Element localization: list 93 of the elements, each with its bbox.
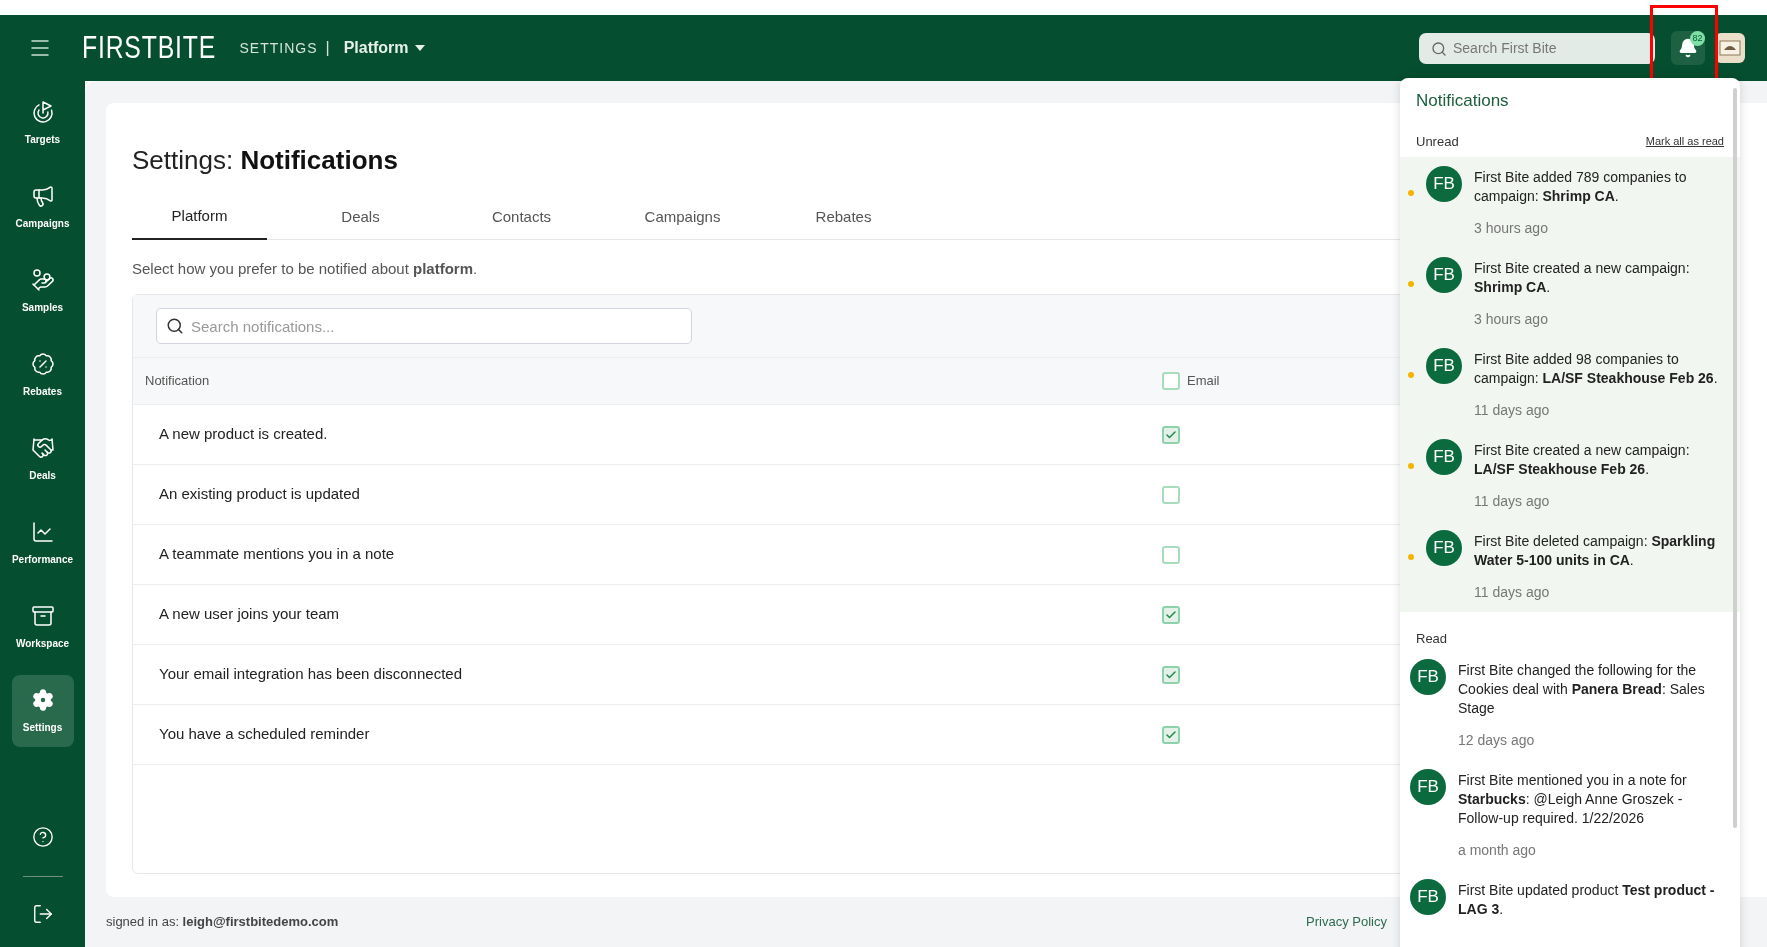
notification-text: First Bite deleted campaign: Sparkling Water 5-100 units in CA. [1474,532,1717,570]
sidebar-item[interactable]: Deals [11,423,74,495]
notification-text: First Bite mentioned you in a note for Starbucks: @Leigh Anne Groszek - Follow-up required. 1/22/2026 [1458,771,1688,828]
notification-item[interactable]: FB First Bite deleted campaign: Sparkling Water 5-100 units in CA. 11 days ago [1400,521,1740,612]
tab[interactable]: Contacts [454,205,589,239]
check-icon [1165,668,1177,681]
avatar: FB [1426,439,1462,475]
notification-item[interactable]: FB First Bite added 789 companies to campaign: Shrimp CA. 3 hours ago [1400,157,1740,248]
notification-time: 3 hours ago [1474,219,1549,238]
sidebar-item[interactable]: Rebates [11,339,74,411]
checkbox[interactable] [1162,545,1180,564]
notification-label: You have a scheduled reminder [159,724,371,745]
avatar: FB [1410,879,1446,915]
panel-title: Notifications [1416,91,1509,110]
sidebar-item[interactable]: Campaigns [11,171,74,243]
notification-item[interactable]: FB First Bite created a new campaign: LA/SF Steakhouse Feb 26. 11 days ago [1400,430,1740,521]
section-label: SETTINGS [239,38,318,58]
check-icon [1165,608,1177,621]
notification-time: 3 hours ago [1474,310,1549,329]
check-icon [1165,428,1177,441]
notification-text: First Bite updated product Test product - LAG 3. [1458,881,1716,919]
notification-text: First Bite created a new campaign: Shrimp CA. [1474,259,1691,297]
page-title: Settings: Notifications [132,144,398,177]
notification-label: Your email integration has been disconnected [159,664,463,685]
sidebar-item[interactable]: Targets [11,87,74,159]
tab[interactable]: Rebates [776,205,911,239]
notification-text: First Bite added 98 companies to campaign: LA/SF Steakhouse Feb 26. [1474,350,1719,388]
logo: FIRSTBITE [82,28,216,67]
sidebar-item[interactable]: Settings [11,675,74,747]
avatar: FB [1410,769,1446,805]
avatar: FB [1426,348,1462,384]
notification-item[interactable]: FB First Bite changed the following for the Cookies deal with Panera Bread: Sales Stage 12 days ago [1400,650,1740,760]
hand-icon [30,267,55,292]
avatar: FB [1426,257,1462,293]
notification-text: First Bite changed the following for the Cookies deal with Panera Bread: Sales Stage [1458,661,1706,718]
notification-label: A new product is created. [159,424,329,445]
description: Select how you prefer to be notified about platform. [132,258,478,279]
notification-item[interactable]: FB First Bite created a new campaign: Shrimp CA. 3 hours ago [1400,248,1740,339]
notification-text: First Bite added 789 companies to campaign: Shrimp CA. [1474,168,1688,206]
notification-label: A new user joins your team [159,604,341,625]
section-heading: Read [1416,631,1448,646]
search-field[interactable]: Search notifications... [156,308,692,344]
archive-icon [30,603,55,628]
line-chart-icon [30,519,55,544]
scrollbar[interactable] [1733,88,1737,828]
notification-time: 11 days ago [1474,492,1551,511]
notification-item[interactable]: FB First Bite added 98 companies to campaign: LA/SF Steakhouse Feb 26. 11 days ago [1400,339,1740,430]
signed-in-text: signed in as: leigh@firstbitedemo.com [106,913,339,932]
sidebar-item[interactable]: Samples [11,255,74,327]
settings-icon [30,687,55,712]
checkbox[interactable] [1162,425,1180,444]
avatar: FB [1410,659,1446,695]
logout-icon[interactable] [31,903,54,925]
notification-time: 12 days ago [1458,731,1536,750]
search-icon [1431,40,1447,57]
target-icon [30,99,55,124]
column-header: Notification [145,372,211,391]
handshake-icon [30,435,55,460]
search-icon [166,317,184,335]
notification-item[interactable]: FB First Bite updated product Test product - LAG 3. [1400,870,1740,928]
privacy-policy-link[interactable]: Privacy Policy [1306,912,1387,932]
notification-label: An existing product is updated [159,484,361,505]
checkbox[interactable] [1162,485,1180,504]
sidebar-item[interactable]: Performance [11,507,74,579]
search-field[interactable]: Search First Bite [1419,32,1655,64]
notification-item[interactable]: FB First Bite mentioned you in a note for Starbucks: @Leigh Anne Groszek - Follow-up required. 1/22/2026 a month ago [1400,760,1740,870]
caret-icon [414,45,425,51]
notification-label: A teammate mentions you in a note [159,544,396,565]
separator: | [325,38,330,58]
notifications-button[interactable]: 82 [1671,31,1705,65]
notification-time: 11 days ago [1474,401,1551,420]
checkbox[interactable] [1162,665,1180,684]
check-icon [1165,728,1177,741]
avatar: FB [1426,166,1462,202]
checkbox[interactable] [1162,372,1180,390]
column-header: Email [1187,372,1220,391]
mark-all-read-link[interactable]: Mark all as read [1645,133,1724,150]
checkbox[interactable] [1162,725,1180,744]
megaphone-icon [30,183,55,208]
tab[interactable]: Platform [132,205,267,240]
notification-text: First Bite created a new campaign: LA/SF Steakhouse Feb 26. [1474,441,1691,479]
notification-time: a month ago [1458,841,1537,860]
section-heading: Unread [1416,132,1459,151]
tab[interactable]: Campaigns [615,205,750,239]
tab[interactable]: Deals [293,205,428,239]
percent-badge-icon [30,351,55,376]
help-icon[interactable] [31,826,54,848]
count-badge: 82 [1690,31,1705,46]
platform-dropdown[interactable]: Platform [343,36,425,60]
avatar: FB [1426,530,1462,566]
sidebar-item[interactable]: Workspace [11,591,74,663]
notification-time: 11 days ago [1474,583,1551,602]
checkbox[interactable] [1162,605,1180,624]
